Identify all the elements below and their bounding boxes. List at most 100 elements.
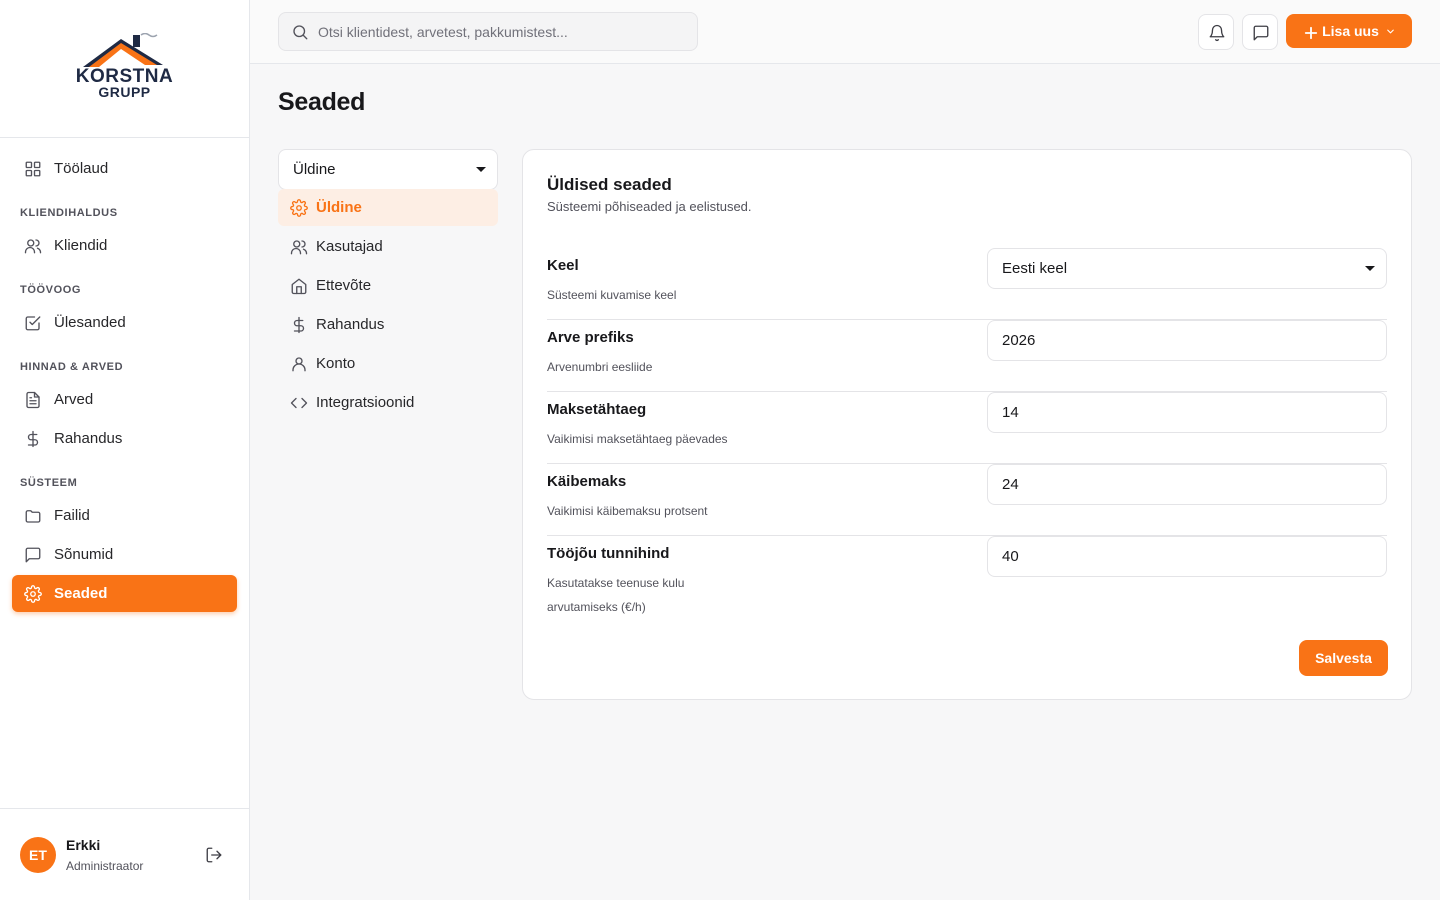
- settings-section-select[interactable]: Üldine: [278, 149, 498, 190]
- sidebar: KORSTNA GRUPP Töölaud KLIENDIHALDUS Klie…: [0, 0, 250, 900]
- setting-label: Keel: [547, 257, 579, 274]
- sidebar-item-sonumid[interactable]: Sõnumid: [12, 536, 237, 573]
- messages-button[interactable]: [1242, 14, 1278, 50]
- card-subtitle: Süsteemi põhiseaded ja eelistused.: [547, 199, 752, 214]
- setting-row-due-days: Maksetähtaeg Vaikimisi maksetähtaeg päev…: [547, 392, 1387, 464]
- search-box[interactable]: [278, 12, 698, 51]
- setting-description: Kasutatakse teenuse kulu arvutamiseks (€…: [547, 576, 685, 614]
- setting-label: Tööjõu tunnihind: [547, 545, 670, 562]
- settings-tab-integratsioonid[interactable]: Integratsioonid: [278, 384, 498, 421]
- setting-row-vat: Käibemaks Vaikimisi käibemaksu protsent: [547, 464, 1387, 536]
- setting-description: Arvenumbri eesliide: [547, 360, 653, 374]
- user-role: Administraator: [66, 858, 144, 873]
- language-select[interactable]: Eesti keel: [987, 248, 1387, 289]
- dashboard-icon: [24, 160, 42, 178]
- sidebar-item-label: Kliendid: [54, 237, 108, 254]
- topbar: Lisa uus: [250, 0, 1440, 64]
- checkbox-icon: [24, 314, 42, 332]
- settings-tab-uldine[interactable]: Üldine: [278, 189, 498, 226]
- chevron-down-icon: [1385, 26, 1396, 37]
- dollar-icon: [24, 430, 42, 448]
- due-days-input[interactable]: [1002, 404, 1362, 421]
- vat-field-wrap: [987, 464, 1387, 505]
- due-days-field-wrap: [987, 392, 1387, 433]
- card-title: Üldised seaded: [547, 175, 672, 194]
- code-icon: [290, 394, 308, 412]
- labor-rate-input[interactable]: [1002, 548, 1362, 565]
- setting-description: Vaikimisi maksetähtaeg päevades: [547, 432, 728, 446]
- document-icon: [24, 391, 42, 409]
- users-icon: [24, 237, 42, 255]
- dollar-icon: [290, 316, 308, 334]
- sidebar-nav: Töölaud KLIENDIHALDUS Kliendid TÖÖVOOG Ü…: [0, 138, 249, 612]
- add-new-button[interactable]: Lisa uus: [1286, 14, 1412, 48]
- sidebar-item-arved[interactable]: Arved: [12, 381, 237, 418]
- invoice-prefix-field-wrap: [987, 320, 1387, 361]
- setting-label: Käibemaks: [547, 473, 627, 490]
- korstna-grupp-logo[interactable]: KORSTNA GRUPP: [75, 32, 175, 105]
- setting-description: Süsteemi kuvamise keel: [547, 288, 677, 302]
- sidebar-item-ulesanded[interactable]: Ülesanded: [12, 304, 237, 341]
- plus-icon: [1302, 24, 1318, 40]
- logo-text-line2: GRUPP: [98, 83, 151, 100]
- general-settings-card: Üldised seaded Süsteemi põhiseaded ja ee…: [522, 149, 1412, 700]
- logout-icon[interactable]: [205, 846, 223, 864]
- vat-input[interactable]: [1002, 476, 1362, 493]
- add-new-label: Lisa uus: [1322, 23, 1379, 39]
- sidebar-item-seaded[interactable]: Seaded: [12, 575, 237, 612]
- setting-label: Arve prefiks: [547, 329, 634, 346]
- sidebar-item-label: Ülesanded: [54, 314, 126, 331]
- settings-tab-konto[interactable]: Konto: [278, 345, 498, 382]
- setting-row-labor-rate: Tööjõu tunnihind Kasutatakse teenuse kul…: [547, 536, 1387, 636]
- page-title: Seaded: [278, 88, 366, 116]
- logo-text-line1: KORSTNA: [75, 65, 174, 87]
- search-input[interactable]: [318, 23, 678, 40]
- section-title-susteem: SÜSTEEM: [20, 477, 78, 489]
- folder-icon: [24, 507, 42, 525]
- home-icon: [290, 277, 308, 295]
- sidebar-item-label: Arved: [54, 391, 94, 408]
- gear-icon: [290, 198, 308, 217]
- message-icon: [1252, 24, 1269, 41]
- save-button[interactable]: Salvesta: [1299, 640, 1388, 676]
- user-name: Erkki: [66, 836, 101, 853]
- notifications-button[interactable]: [1198, 14, 1234, 50]
- sidebar-item-label: Rahandus: [54, 430, 123, 447]
- settings-nav: Üldine Kasutajad Ettevõte Rahandus Konto…: [278, 189, 498, 423]
- setting-label: Maksetähtaeg: [547, 401, 647, 418]
- sidebar-item-rahandus[interactable]: Rahandus: [12, 420, 237, 457]
- user-info: Erkki Administraator: [66, 837, 143, 873]
- settings-tab-label: Ettevõte: [316, 277, 372, 294]
- sidebar-item-toolaud[interactable]: Töölaud: [12, 150, 237, 187]
- message-icon: [24, 546, 42, 564]
- section-title-hinnad-arved: HINNAD & ARVED: [20, 361, 124, 373]
- user-panel: ET Erkki Administraator: [0, 808, 249, 900]
- sidebar-item-label: Sõnumid: [54, 546, 114, 563]
- search-icon: [291, 23, 309, 41]
- sidebar-item-label: Seaded: [54, 585, 108, 602]
- users-icon: [290, 238, 308, 256]
- settings-tab-ettevote[interactable]: Ettevõte: [278, 267, 498, 304]
- settings-tab-rahandus[interactable]: Rahandus: [278, 306, 498, 343]
- sidebar-item-failid[interactable]: Failid: [12, 497, 237, 534]
- settings-tab-label: Konto: [316, 355, 356, 372]
- setting-row-invoice-prefix: Arve prefiks Arvenumbri eesliide: [547, 320, 1387, 392]
- setting-description: Vaikimisi käibemaksu protsent: [547, 504, 708, 518]
- settings-section-select-value: Üldine: [293, 161, 336, 178]
- settings-tab-kasutajad[interactable]: Kasutajad: [278, 228, 498, 265]
- setting-row-language: Keel Süsteemi kuvamise keel Eesti keel: [547, 248, 1387, 320]
- sidebar-item-label: Failid: [54, 507, 90, 524]
- user-icon: [290, 355, 308, 373]
- section-title-kliendihaldus: KLIENDIHALDUS: [20, 207, 118, 219]
- sidebar-item-label: Töölaud: [54, 160, 109, 177]
- settings-tab-label: Üldine: [316, 199, 362, 216]
- language-select-value: Eesti keel: [1002, 260, 1068, 277]
- sidebar-item-kliendid[interactable]: Kliendid: [12, 227, 237, 264]
- caret-down-icon: [476, 167, 486, 172]
- caret-down-icon: [1365, 266, 1375, 271]
- invoice-prefix-input[interactable]: [1002, 332, 1362, 349]
- avatar[interactable]: ET: [20, 836, 56, 873]
- settings-tab-label: Kasutajad: [316, 238, 383, 255]
- logo-area: KORSTNA GRUPP: [0, 0, 249, 138]
- labor-rate-field-wrap: [987, 536, 1387, 577]
